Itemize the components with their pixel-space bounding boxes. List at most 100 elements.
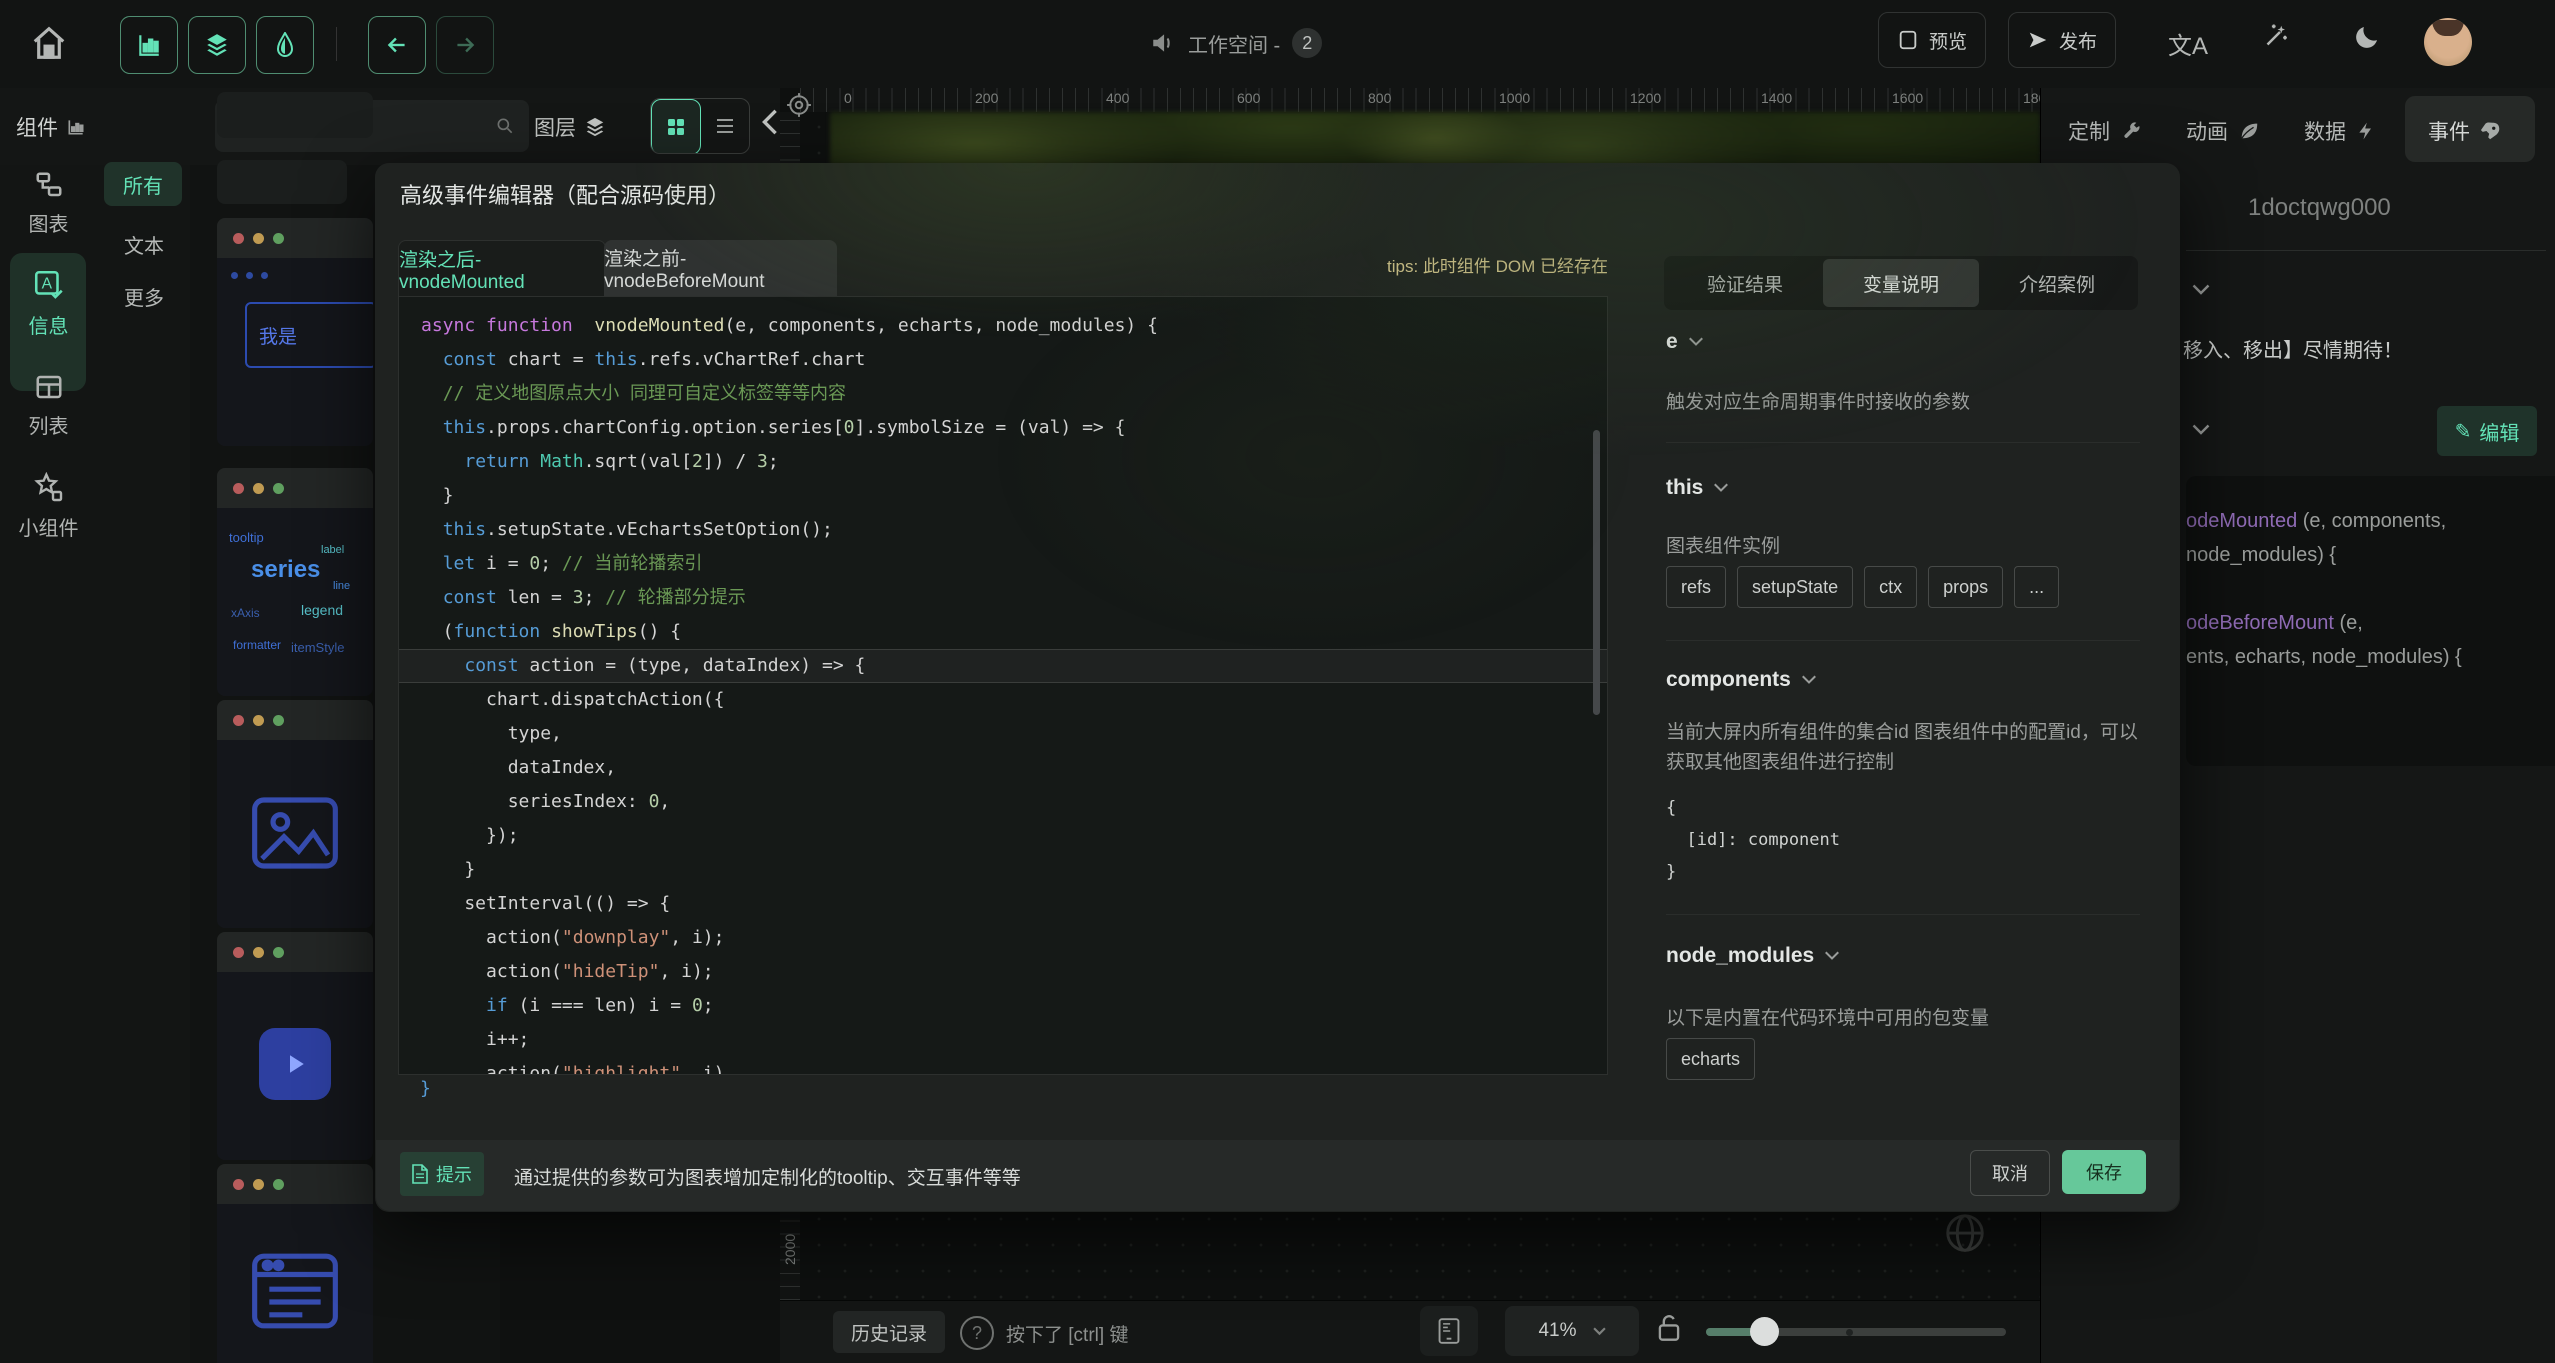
chevron-down-icon[interactable] bbox=[2192, 424, 2210, 436]
history-button[interactable]: 历史记录 bbox=[833, 1311, 945, 1353]
ruler-number: 1200 bbox=[1630, 90, 1661, 106]
bar-chart-icon bbox=[66, 117, 86, 137]
magic-wand-icon[interactable] bbox=[2260, 22, 2290, 52]
card-preview-text: 我是 bbox=[217, 258, 373, 446]
var-desc: 当前大屏内所有组件的集合id 图表组件中的配置id，可以获取其他图表组件进行控制 bbox=[1666, 718, 2142, 778]
filter-more[interactable]: 更多 bbox=[124, 282, 164, 311]
editor-scrollbar[interactable] bbox=[1593, 430, 1600, 715]
ruler-origin-icon[interactable] bbox=[786, 92, 812, 118]
pen-mode-button[interactable] bbox=[256, 16, 314, 74]
var-section-e[interactable]: e bbox=[1666, 330, 1704, 354]
chip: props bbox=[1928, 566, 2003, 608]
filter-all[interactable]: 所有 bbox=[104, 162, 182, 206]
tab-intro-examples[interactable]: 介绍案例 bbox=[1979, 259, 2135, 307]
undo-button[interactable] bbox=[368, 16, 426, 74]
collapse-panel-icon[interactable] bbox=[760, 108, 780, 136]
component-card-browser[interactable] bbox=[217, 1164, 373, 1363]
component-id: 1doctqwg000 bbox=[2248, 194, 2391, 222]
tab-vnode-mounted[interactable]: 渲染之后-vnodeMounted bbox=[398, 240, 606, 297]
tip-chip: 提示 bbox=[400, 1152, 484, 1196]
cancel-button[interactable]: 取消 bbox=[1970, 1150, 2050, 1196]
redo-button[interactable] bbox=[436, 16, 494, 74]
tab-variable-description[interactable]: 变量说明 bbox=[1823, 259, 1979, 307]
sidebar-item-widgets[interactable]: 小组件 bbox=[0, 472, 97, 541]
svg-text:A: A bbox=[41, 276, 52, 293]
layers-mode-button[interactable] bbox=[188, 16, 246, 74]
home-icon[interactable] bbox=[30, 24, 68, 62]
code-fragment-line: odeMounted (e, components, bbox=[2186, 504, 2555, 538]
edit-button[interactable]: ✎ 编辑 bbox=[2437, 406, 2537, 456]
code-line: const action = (type, dataIndex) => { bbox=[399, 649, 1607, 683]
chevron-down-icon bbox=[1713, 483, 1729, 493]
code-editor[interactable]: async function vnodeMounted(e, component… bbox=[398, 296, 1608, 1075]
tab-label: 动画 bbox=[2186, 116, 2228, 146]
sidebar-item-label: 信息 bbox=[29, 310, 69, 339]
component-card-video[interactable] bbox=[217, 932, 373, 1160]
card-window-dots bbox=[217, 932, 373, 972]
tab-vnode-before-mount[interactable]: 渲染之前-vnodeBeforeMount bbox=[604, 240, 837, 296]
layers-icon bbox=[584, 116, 606, 138]
component-card-image[interactable] bbox=[217, 700, 373, 928]
tab-events[interactable]: 事件 bbox=[2428, 116, 2502, 146]
code-fragment-line: ents, echarts, node_modules) { bbox=[2186, 640, 2555, 674]
vertical-ruler-label: 2000 bbox=[782, 1234, 798, 1265]
card-preview-wordcloud: tooltipserieslegendxAxislabelformatterit… bbox=[217, 508, 373, 696]
tab-animation[interactable]: 动画 bbox=[2186, 116, 2260, 146]
component-card-wordcloud[interactable]: tooltipserieslegendxAxislabelformatterit… bbox=[217, 468, 373, 696]
sidebar-item-info[interactable]: A 信息 bbox=[0, 268, 97, 339]
publish-button[interactable]: 发布 bbox=[2008, 12, 2116, 68]
code-line: i++; bbox=[399, 1023, 1607, 1057]
pencil-icon: ✎ bbox=[2455, 419, 2472, 444]
list-view-button[interactable] bbox=[701, 99, 749, 153]
sidebar-item-label: 图表 bbox=[29, 208, 69, 237]
var-section-node-modules[interactable]: node_modules bbox=[1666, 944, 1840, 968]
preview-button[interactable]: 预览 bbox=[1878, 12, 1986, 68]
var-name: node_modules bbox=[1666, 944, 1814, 968]
wordcloud-word: label bbox=[321, 544, 344, 556]
workspace-badge: 2 bbox=[1292, 28, 1322, 58]
tab-validation-result[interactable]: 验证结果 bbox=[1667, 259, 1823, 307]
chart-mode-button[interactable] bbox=[120, 16, 178, 74]
grid-view-button[interactable] bbox=[651, 99, 701, 154]
components-code-sample: { [id]: component } bbox=[1666, 792, 1840, 888]
variable-panel-tabs: 验证结果 变量说明 介绍案例 bbox=[1664, 256, 2138, 310]
components-panel-title: 组件 bbox=[16, 112, 86, 142]
divider bbox=[1666, 914, 2140, 915]
app-root: 工作空间 - 2 预览 发布 文A 组件 图层 bbox=[0, 0, 2555, 1363]
zoom-select[interactable]: 41% bbox=[1505, 1306, 1639, 1356]
zoom-slider-handle[interactable] bbox=[1750, 1317, 1779, 1346]
code-line: (function showTips() { bbox=[399, 615, 1607, 649]
leaf-icon bbox=[2238, 120, 2260, 142]
speaker-icon bbox=[1150, 30, 1176, 56]
var-name: components bbox=[1666, 668, 1791, 692]
filter-column bbox=[97, 165, 190, 1363]
tab-customize[interactable]: 定制 bbox=[2068, 116, 2142, 146]
var-section-components[interactable]: components bbox=[1666, 668, 1817, 692]
event-code-preview: odeMounted (e, components,node_modules) … bbox=[2186, 476, 2555, 766]
filter-text[interactable]: 文本 bbox=[124, 230, 164, 259]
avatar[interactable] bbox=[2424, 18, 2472, 66]
var-section-this[interactable]: this bbox=[1666, 476, 1729, 500]
tab-data[interactable]: 数据 bbox=[2304, 116, 2376, 146]
component-card-text[interactable]: 我是 bbox=[217, 218, 373, 446]
wordcloud-word: itemStyle bbox=[291, 640, 344, 655]
language-icon[interactable]: 文A bbox=[2168, 26, 2208, 61]
code-fragment-line: odeBeforeMount (e, bbox=[2186, 606, 2555, 640]
chip: refs bbox=[1666, 566, 1726, 608]
map-chart-preview bbox=[830, 112, 2040, 165]
divider bbox=[2186, 250, 2546, 251]
chevron-down-icon[interactable] bbox=[2192, 284, 2210, 296]
save-button[interactable]: 保存 bbox=[2062, 1150, 2146, 1194]
ruler-number: 800 bbox=[1368, 90, 1391, 106]
unlock-icon[interactable] bbox=[1656, 1312, 1682, 1344]
sidebar-item-charts[interactable]: 图表 bbox=[0, 170, 97, 237]
sidebar-item-list[interactable]: 列表 bbox=[0, 372, 97, 439]
help-icon[interactable]: ? bbox=[960, 1316, 994, 1350]
layers-label-group: 图层 bbox=[534, 112, 606, 142]
guideline-toggle-button[interactable] bbox=[1420, 1306, 1478, 1356]
search-icon bbox=[495, 116, 515, 136]
play-icon bbox=[259, 1028, 331, 1100]
dark-mode-moon-icon[interactable] bbox=[2352, 22, 2382, 52]
events-teaser-text: 移入、移出】尽情期待！ bbox=[2183, 334, 2545, 363]
chip: ... bbox=[2014, 566, 2059, 608]
